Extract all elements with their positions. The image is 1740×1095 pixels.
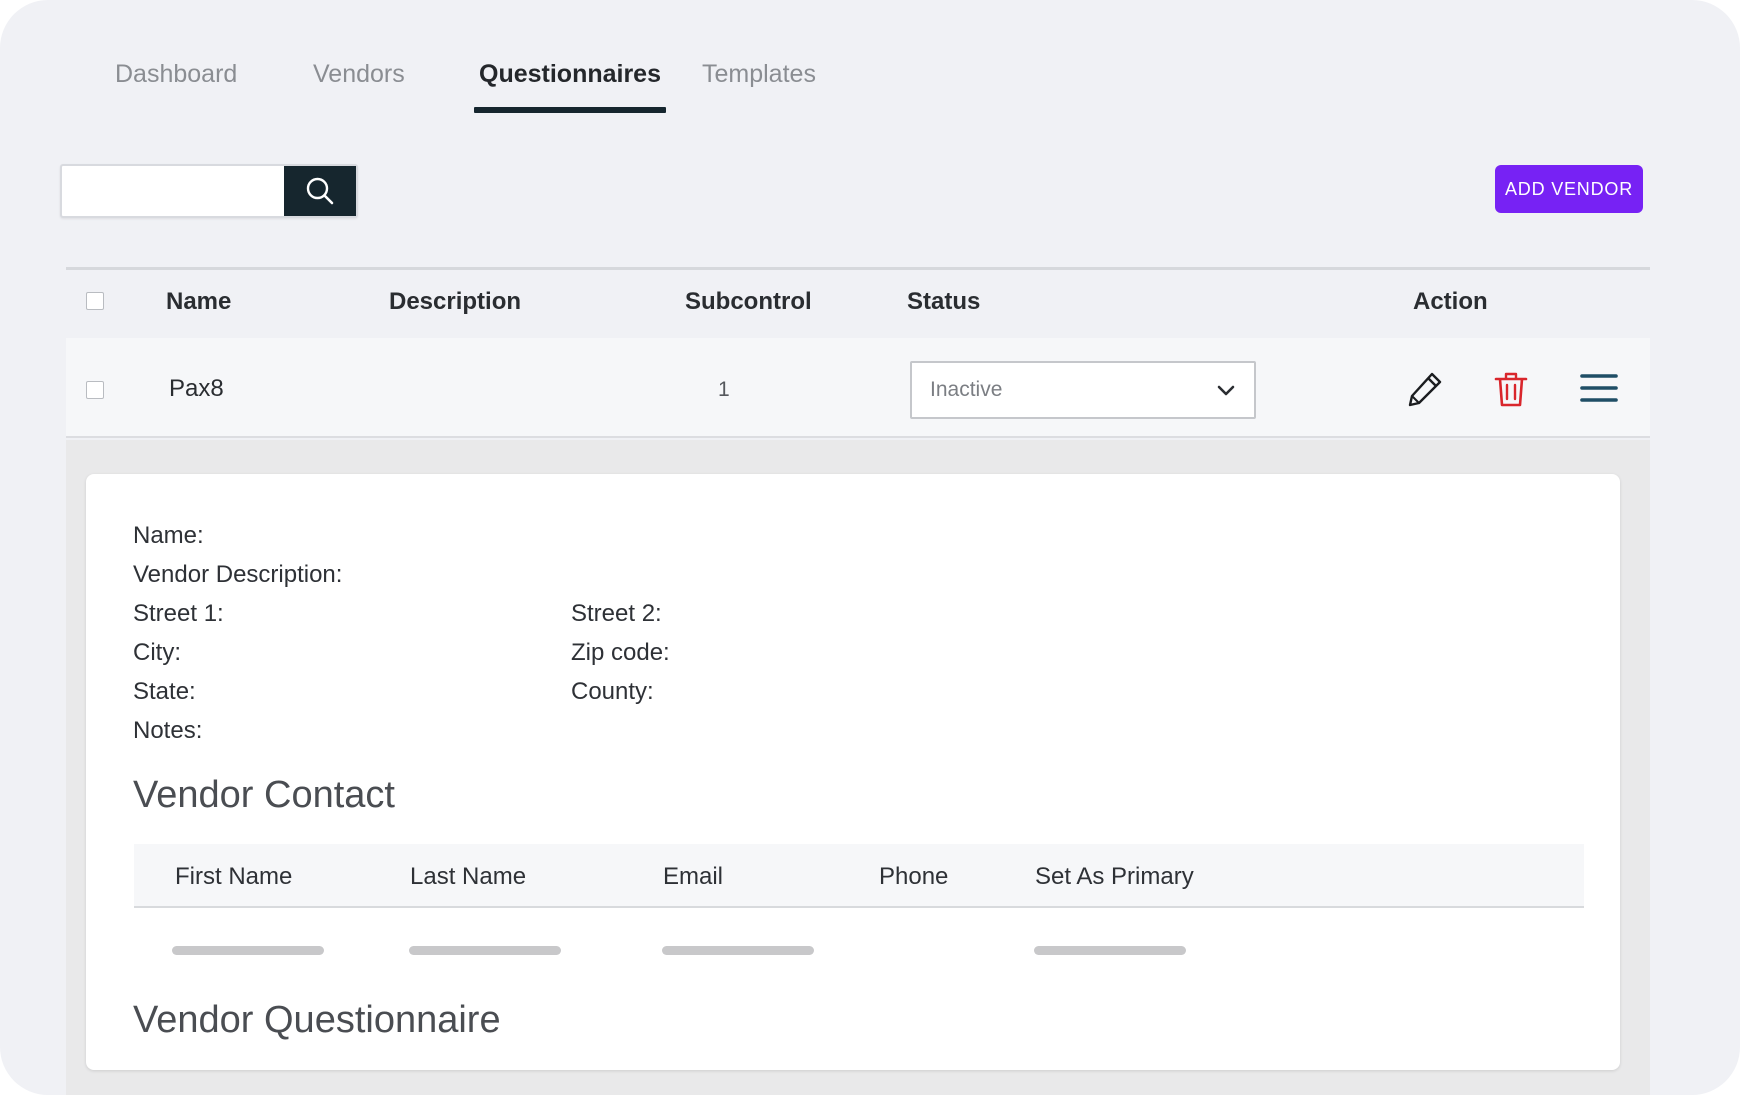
vendor-name: Pax8 [169, 375, 224, 402]
loading-placeholder [409, 946, 561, 955]
app-frame: Dashboard Vendors Questionnaires Templat… [0, 0, 1740, 1095]
select-all-checkbox[interactable] [86, 292, 104, 310]
column-header-description[interactable]: Description [389, 288, 521, 316]
detail-street2-label: Street 2: [571, 600, 662, 627]
column-header-status[interactable]: Status [907, 288, 980, 316]
table-row[interactable]: Pax8 1 Inactive [66, 338, 1650, 438]
contact-header-last-name: Last Name [410, 863, 527, 890]
detail-zip-label: Zip code: [571, 639, 670, 666]
tab-questionnaires-label: Questionnaires [479, 60, 661, 88]
vendor-questionnaire-title: Vendor Questionnaire [133, 999, 501, 1041]
tab-templates[interactable]: Templates [702, 60, 816, 107]
search-input[interactable] [62, 166, 287, 216]
trash-icon [1494, 372, 1528, 407]
detail-state-label: State: [133, 678, 196, 705]
tab-dashboard[interactable]: Dashboard [115, 60, 237, 107]
vendor-subcontrol: 1 [718, 378, 730, 401]
search-button[interactable] [284, 166, 356, 216]
column-header-name[interactable]: Name [166, 288, 231, 316]
pencil-icon [1408, 372, 1442, 407]
column-header-action: Action [1413, 288, 1488, 315]
menu-icon [1580, 374, 1618, 402]
tab-questionnaires[interactable]: Questionnaires [474, 60, 666, 113]
status-value: Inactive [930, 378, 1003, 401]
detail-city-label: City: [133, 639, 181, 666]
contact-header-first-name: First Name [175, 863, 293, 890]
delete-button[interactable] [1491, 368, 1531, 410]
add-vendor-button[interactable]: ADD VENDOR [1495, 165, 1643, 213]
contact-header-set-as-primary: Set As Primary [1035, 863, 1194, 890]
row-checkbox[interactable] [86, 381, 104, 399]
column-header-subcontrol[interactable]: Subcontrol [685, 288, 812, 316]
search-box [60, 164, 358, 218]
vendor-details-card: Name: Vendor Description: Street 1: Stre… [86, 474, 1620, 1070]
contact-header-phone: Phone [879, 863, 949, 890]
search-icon [306, 177, 334, 205]
vendor-contact-table-header: First Name Last Name Email Phone Set As … [134, 844, 1584, 908]
contact-header-email: Email [663, 863, 724, 890]
detail-street1-label: Street 1: [133, 600, 224, 627]
detail-vendor-description-label: Vendor Description: [133, 561, 343, 588]
row-menu-button[interactable] [1578, 368, 1620, 408]
active-tab-indicator [474, 107, 666, 113]
vendor-contact-title: Vendor Contact [133, 774, 395, 816]
loading-placeholder [662, 946, 814, 955]
detail-county-label: County: [571, 678, 654, 705]
loading-placeholder [172, 946, 324, 955]
detail-notes-label: Notes: [133, 717, 203, 744]
status-select[interactable]: Inactive [910, 361, 1256, 419]
tab-vendors[interactable]: Vendors [313, 60, 405, 107]
table-header: Name Description Subcontrol Status Actio… [66, 270, 1650, 338]
edit-button[interactable] [1404, 368, 1446, 410]
loading-placeholder [1034, 946, 1186, 955]
chevron-down-icon [1217, 385, 1235, 396]
row-expanded-panel: Name: Vendor Description: Street 1: Stre… [66, 440, 1650, 1095]
detail-name-label: Name: [133, 522, 204, 549]
